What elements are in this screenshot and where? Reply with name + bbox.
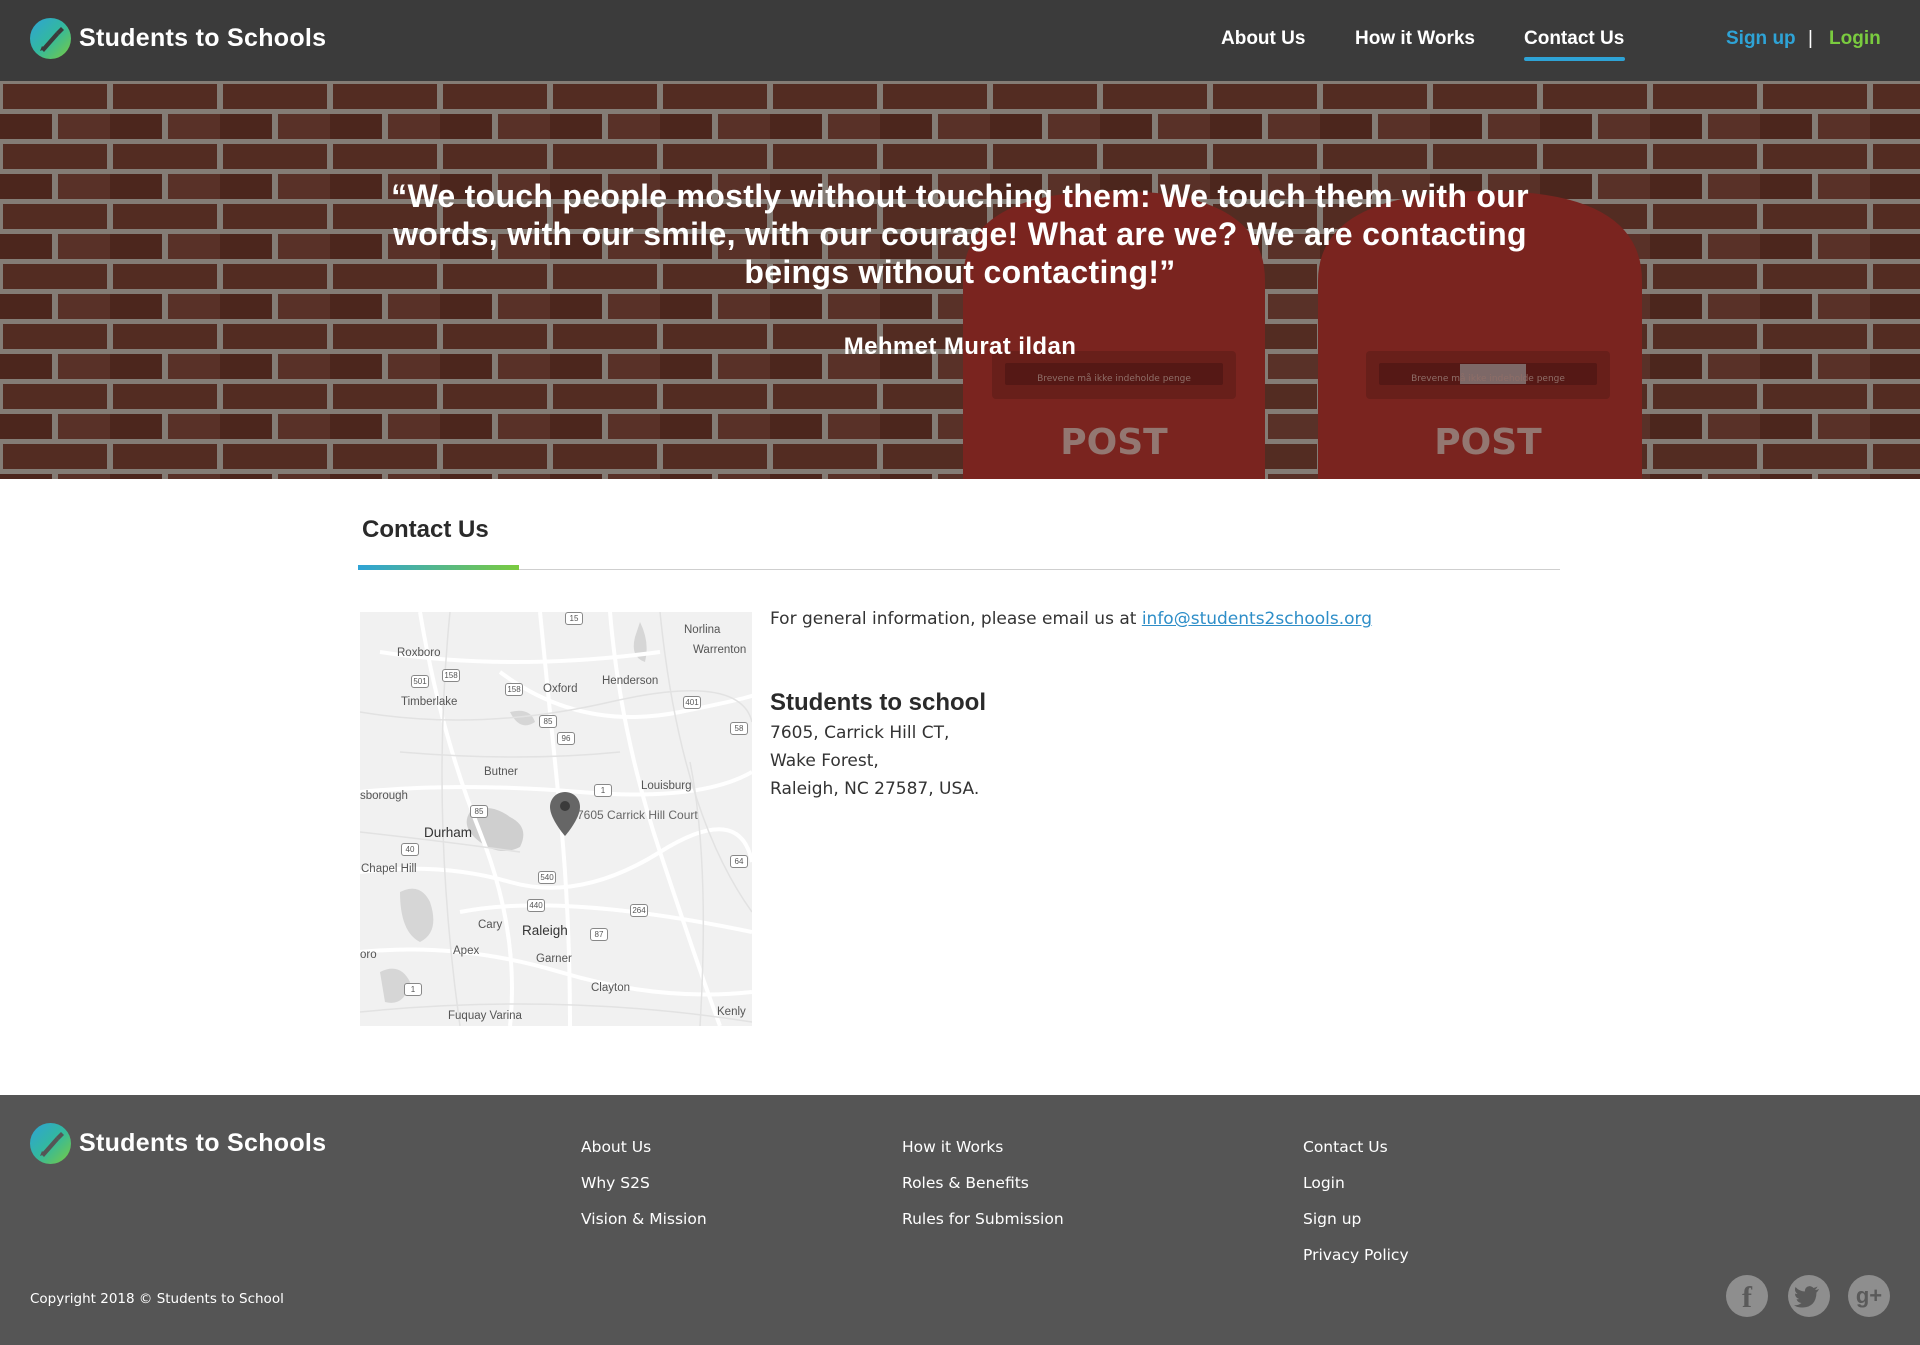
map-route-shield: 401 bbox=[683, 696, 701, 709]
email-link[interactable]: info@students2schools.org bbox=[1142, 609, 1372, 629]
footer-link-rules-submission[interactable]: Rules for Submission bbox=[902, 1209, 1064, 1245]
map-route-shield: 85 bbox=[470, 805, 488, 818]
map-place-label: Chapel Hill bbox=[361, 863, 417, 875]
map-route-shield: 540 bbox=[538, 871, 556, 884]
footer-link-about-us[interactable]: About Us bbox=[581, 1137, 707, 1173]
nav-how-it-works[interactable]: How it Works bbox=[1355, 28, 1475, 50]
map-route-shield: 158 bbox=[442, 669, 460, 682]
footer-brand-name: Students to Schools bbox=[79, 1129, 327, 1157]
logo-icon bbox=[30, 18, 71, 59]
active-nav-indicator bbox=[1524, 57, 1625, 61]
facebook-icon[interactable]: f bbox=[1726, 1275, 1768, 1317]
map-place-label: Oxford bbox=[543, 683, 578, 695]
footer-brand-link[interactable]: Students to Schools bbox=[30, 1123, 326, 1164]
map-place-label: Roxboro bbox=[397, 647, 441, 659]
map-route-shield: 64 bbox=[730, 855, 748, 868]
contact-section-title: Contact Us bbox=[362, 516, 489, 543]
footer-link-sign-up[interactable]: Sign up bbox=[1303, 1209, 1409, 1245]
map-place-label: Butner bbox=[484, 766, 518, 778]
signup-link[interactable]: Sign up bbox=[1726, 28, 1796, 50]
footer-link-privacy-policy[interactable]: Privacy Policy bbox=[1303, 1245, 1409, 1281]
map-route-shield: 85 bbox=[539, 715, 557, 728]
map-route-shield: 1 bbox=[404, 983, 422, 996]
twitter-icon[interactable] bbox=[1788, 1275, 1830, 1317]
map-route-shield: 40 bbox=[401, 843, 419, 856]
brand-name: Students to Schools bbox=[79, 24, 327, 52]
organization-name: Students to school bbox=[770, 689, 986, 716]
copyright-text: Copyright 2018 © Students to School bbox=[30, 1291, 284, 1307]
map-place-label: Timberlake bbox=[401, 696, 458, 708]
footer-link-roles-benefits[interactable]: Roles & Benefits bbox=[902, 1173, 1064, 1209]
footer-link-login[interactable]: Login bbox=[1303, 1173, 1409, 1209]
address-line-1: 7605, Carrick Hill CT, bbox=[770, 723, 950, 743]
address-line-3: Raleigh, NC 27587, USA. bbox=[770, 779, 980, 799]
footer-logo-icon bbox=[30, 1123, 71, 1164]
map-route-shield: 58 bbox=[730, 722, 748, 735]
map-route-shield: 96 bbox=[557, 732, 575, 745]
section-title-accent bbox=[358, 565, 519, 570]
footer-link-how-it-works[interactable]: How it Works bbox=[902, 1137, 1064, 1173]
footer-column-2: How it Works Roles & Benefits Rules for … bbox=[902, 1137, 1064, 1245]
general-info-prefix: For general information, please email us… bbox=[770, 609, 1142, 629]
general-info-text: For general information, please email us… bbox=[770, 609, 1372, 629]
login-link[interactable]: Login bbox=[1829, 28, 1881, 50]
footer-column-3: Contact Us Login Sign up Privacy Policy bbox=[1303, 1137, 1409, 1281]
map-place-label: Norlina bbox=[684, 624, 721, 636]
map-place-label: Louisburg bbox=[641, 780, 692, 792]
map-place-label: Warrenton bbox=[693, 644, 747, 656]
map-route-shield: 87 bbox=[590, 928, 608, 941]
top-navbar: Students to Schools About Us How it Work… bbox=[0, 0, 1920, 81]
map-place-label: Fuquay Varina bbox=[448, 1010, 522, 1022]
footer-column-1: About Us Why S2S Vision & Mission bbox=[581, 1137, 707, 1245]
map-place-label: sborough bbox=[360, 790, 408, 802]
map-place-label: Clayton bbox=[591, 982, 630, 994]
map-place-label: Raleigh bbox=[522, 923, 568, 938]
hero-quote: “We touch people mostly without touching… bbox=[391, 178, 1529, 290]
nav-contact-us[interactable]: Contact Us bbox=[1524, 28, 1624, 50]
map-route-shield: 1 bbox=[594, 784, 612, 797]
hero-quote-author: Mehmet Murat ildan bbox=[843, 333, 1077, 360]
map-route-shield: 264 bbox=[630, 904, 648, 917]
map-route-shield: 501 bbox=[411, 675, 429, 688]
address-line-2: Wake Forest, bbox=[770, 751, 879, 771]
map-pin-label: 7605 Carrick Hill Court bbox=[577, 808, 698, 822]
map-place-label: Apex bbox=[453, 945, 480, 957]
section-divider bbox=[358, 569, 1560, 570]
map-place-label: Durham bbox=[424, 825, 473, 840]
brand-logo-link[interactable]: Students to Schools bbox=[30, 18, 326, 59]
footer-link-why-s2s[interactable]: Why S2S bbox=[581, 1173, 707, 1209]
auth-separator: | bbox=[1808, 28, 1813, 49]
map-place-label: oro bbox=[360, 949, 377, 961]
map-route-shield: 440 bbox=[527, 899, 545, 912]
map-route-shield: 15 bbox=[565, 612, 583, 625]
footer-link-vision-mission[interactable]: Vision & Mission bbox=[581, 1209, 707, 1245]
map-place-label: Garner bbox=[536, 953, 572, 965]
google-plus-icon[interactable]: g+ bbox=[1848, 1275, 1890, 1317]
map-place-label: Kenly bbox=[717, 1006, 746, 1018]
map-route-shield: 158 bbox=[505, 683, 523, 696]
location-map[interactable]: Roxboro Norlina Warrenton Henderson Oxfo… bbox=[360, 612, 752, 1026]
map-place-label: Cary bbox=[478, 919, 503, 931]
map-pin-icon[interactable] bbox=[550, 792, 580, 836]
map-place-label: Henderson bbox=[602, 675, 659, 687]
nav-about-us[interactable]: About Us bbox=[1221, 28, 1305, 50]
hero-banner: Brevene må ikke indeholde penge POST Bre… bbox=[0, 81, 1920, 479]
site-footer: Students to Schools About Us Why S2S Vis… bbox=[0, 1095, 1920, 1345]
footer-link-contact-us[interactable]: Contact Us bbox=[1303, 1137, 1409, 1173]
